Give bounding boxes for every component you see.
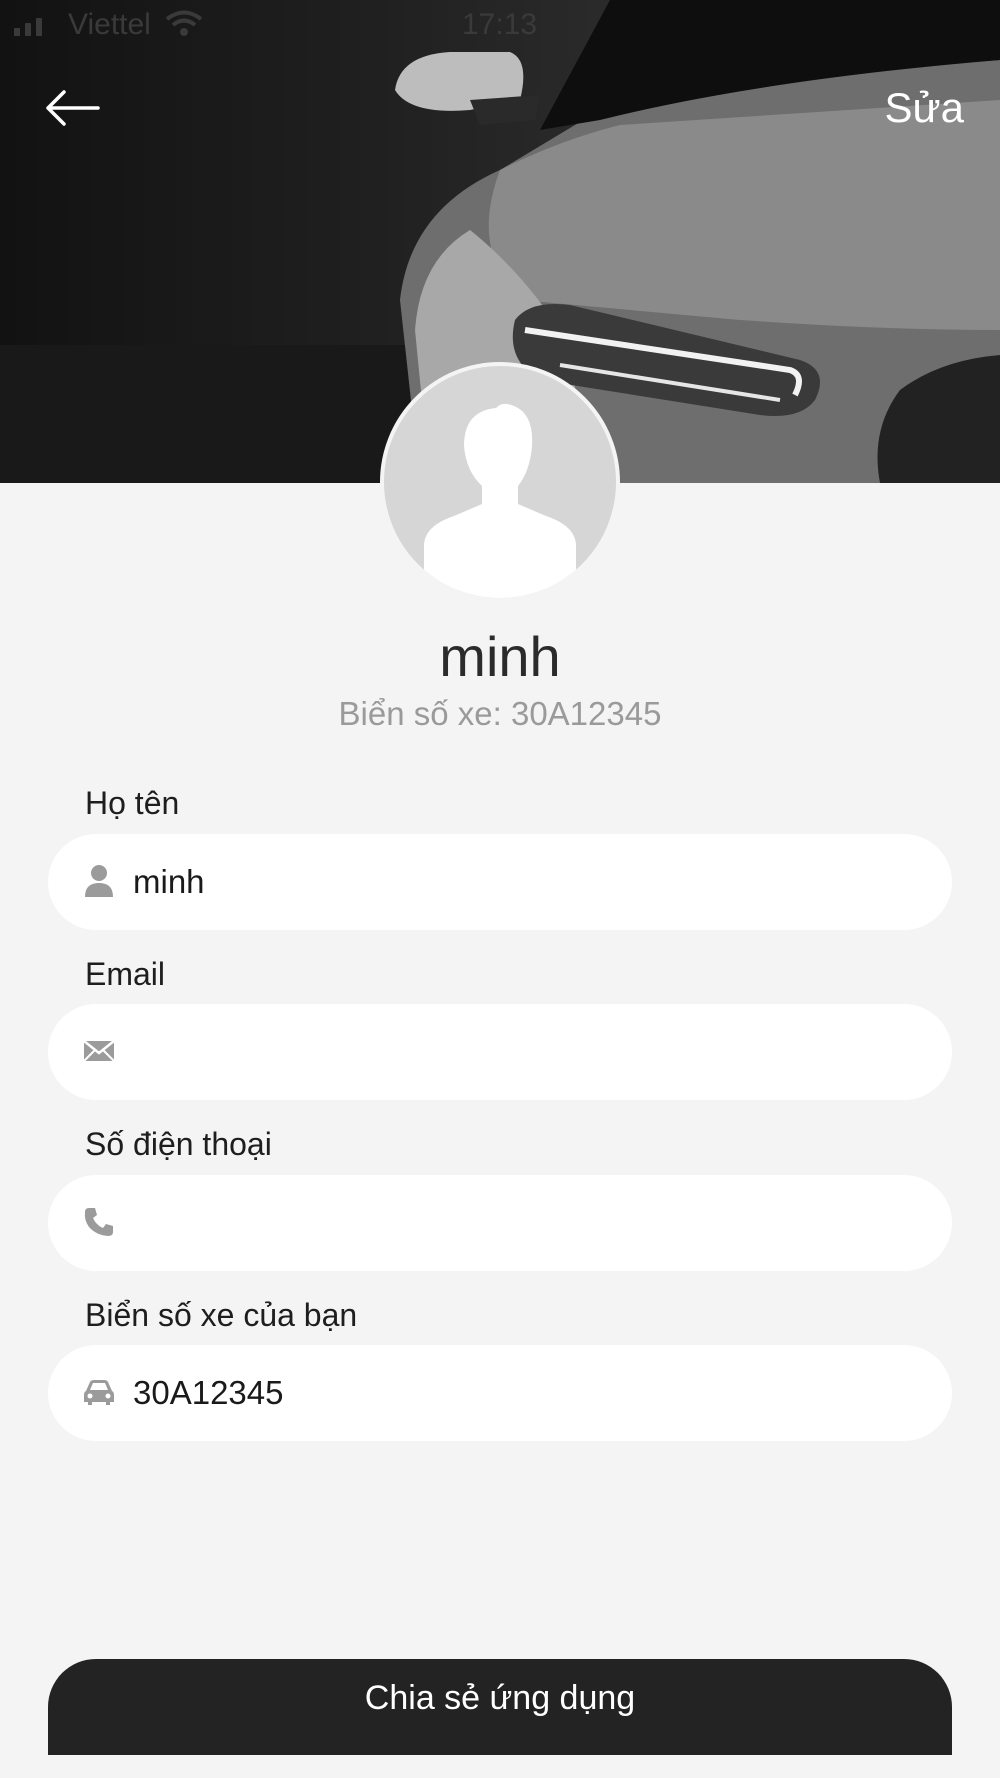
full-name-field[interactable]: [48, 834, 952, 930]
status-bar: Viettel 17:13: [0, 0, 1000, 50]
avatar[interactable]: [380, 362, 620, 602]
full-name-label: Họ tên: [85, 785, 180, 821]
user-silhouette-icon: [424, 403, 576, 598]
plate-label: Biển số xe của bạn: [85, 1297, 358, 1333]
email-input[interactable]: [133, 1004, 913, 1100]
wifi-icon: [165, 10, 203, 36]
plate-field[interactable]: [48, 1345, 952, 1441]
phone-label: Số điện thoại: [85, 1126, 272, 1162]
email-field[interactable]: [48, 1004, 952, 1100]
car-icon: [84, 1380, 114, 1405]
profile-plate-number: Biển số xe: 30A12345: [338, 695, 662, 732]
carrier-name: Viettel: [68, 8, 151, 41]
envelope-icon: [83, 1040, 115, 1062]
profile-screen: Viettel 17:13 Sửa minh Biển số xe: 30A12…: [0, 0, 1000, 1778]
signal-icon: [14, 14, 42, 36]
phone-input[interactable]: [133, 1175, 913, 1271]
profile-name: minh: [439, 625, 561, 688]
full-name-input[interactable]: [133, 834, 913, 930]
phone-field[interactable]: [48, 1175, 952, 1271]
status-time: 17:13: [462, 8, 538, 41]
share-app-label: Chia sẻ ứng dụng: [364, 1679, 636, 1717]
user-icon: [85, 865, 113, 897]
arrow-left-icon[interactable]: [44, 88, 100, 128]
plate-input[interactable]: [133, 1345, 913, 1441]
edit-button[interactable]: Sửa: [885, 84, 965, 132]
phone-icon: [84, 1208, 113, 1236]
share-app-button[interactable]: Chia sẻ ứng dụng: [48, 1659, 952, 1755]
email-label: Email: [85, 956, 166, 992]
